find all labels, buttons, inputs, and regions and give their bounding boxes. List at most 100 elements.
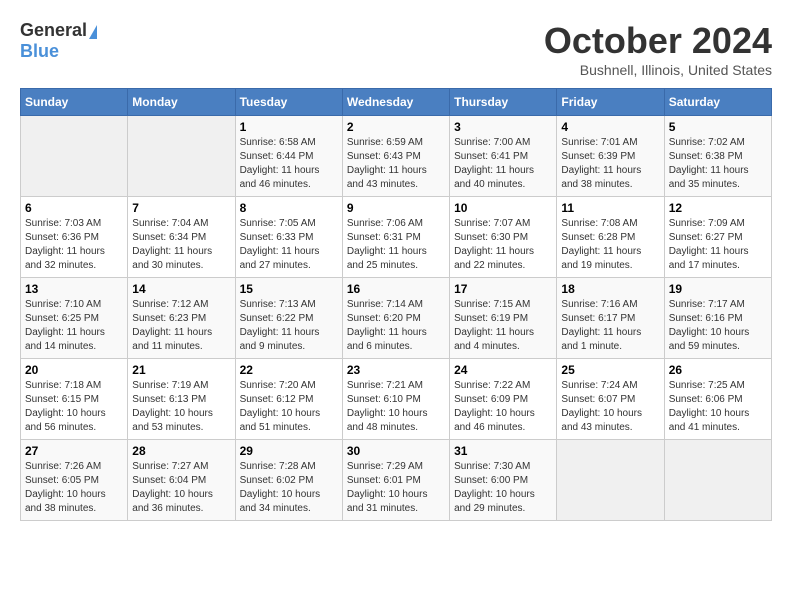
- day-number: 20: [25, 363, 123, 377]
- weekday-header: Tuesday: [235, 89, 342, 116]
- calendar-cell: 27 Sunrise: 7:26 AMSunset: 6:05 PMDayligh…: [21, 440, 128, 521]
- day-info: Sunrise: 7:18 AMSunset: 6:15 PMDaylight:…: [25, 379, 123, 435]
- title-block: October 2024 Bushnell, Illinois, United …: [544, 20, 772, 78]
- day-info: Sunrise: 7:25 AMSunset: 6:06 PMDaylight:…: [669, 379, 767, 435]
- day-info: Sunrise: 6:59 AMSunset: 6:43 PMDaylight:…: [347, 136, 445, 192]
- day-info: Sunrise: 7:19 AMSunset: 6:13 PMDaylight:…: [132, 379, 230, 435]
- day-number: 1: [240, 120, 338, 134]
- day-number: 11: [561, 201, 659, 215]
- day-info: Sunrise: 7:28 AMSunset: 6:02 PMDaylight:…: [240, 460, 338, 516]
- day-number: 10: [454, 201, 552, 215]
- logo-general: General: [20, 20, 87, 40]
- calendar-cell: 6 Sunrise: 7:03 AMSunset: 6:36 PMDaylight…: [21, 197, 128, 278]
- day-info: Sunrise: 7:01 AMSunset: 6:39 PMDaylight:…: [561, 136, 659, 192]
- calendar-cell: 14 Sunrise: 7:12 AMSunset: 6:23 PMDayligh…: [128, 278, 235, 359]
- day-number: 30: [347, 444, 445, 458]
- calendar-cell: 25Sunrise: 7:24 AMSunset: 6:07 PMDayligh…: [557, 359, 664, 440]
- day-number: 17: [454, 282, 552, 296]
- calendar-cell: 9 Sunrise: 7:06 AMSunset: 6:31 PMDaylight…: [342, 197, 449, 278]
- calendar-cell: [128, 116, 235, 197]
- logo-blue: Blue: [20, 41, 59, 62]
- day-number: 15: [240, 282, 338, 296]
- calendar-cell: 15 Sunrise: 7:13 AMSunset: 6:22 PMDayligh…: [235, 278, 342, 359]
- day-info: Sunrise: 7:10 AMSunset: 6:25 PMDaylight:…: [25, 298, 123, 354]
- day-number: 27: [25, 444, 123, 458]
- day-number: 29: [240, 444, 338, 458]
- calendar-cell: 30Sunrise: 7:29 AMSunset: 6:01 PMDayligh…: [342, 440, 449, 521]
- day-number: 18: [561, 282, 659, 296]
- day-number: 23: [347, 363, 445, 377]
- calendar-cell: 29 Sunrise: 7:28 AMSunset: 6:02 PMDayligh…: [235, 440, 342, 521]
- day-number: 24: [454, 363, 552, 377]
- day-info: Sunrise: 7:21 AMSunset: 6:10 PMDaylight:…: [347, 379, 445, 435]
- day-info: Sunrise: 7:05 AMSunset: 6:33 PMDaylight:…: [240, 217, 338, 273]
- day-number: 28: [132, 444, 230, 458]
- day-info: Sunrise: 7:13 AMSunset: 6:22 PMDaylight:…: [240, 298, 338, 354]
- day-number: 14: [132, 282, 230, 296]
- day-number: 22: [240, 363, 338, 377]
- day-info: Sunrise: 7:12 AMSunset: 6:23 PMDaylight:…: [132, 298, 230, 354]
- day-info: Sunrise: 7:00 AMSunset: 6:41 PMDaylight:…: [454, 136, 552, 192]
- day-info: Sunrise: 7:14 AMSunset: 6:20 PMDaylight:…: [347, 298, 445, 354]
- day-number: 16: [347, 282, 445, 296]
- calendar-cell: 10 Sunrise: 7:07 AMSunset: 6:30 PMDayligh…: [450, 197, 557, 278]
- day-number: 13: [25, 282, 123, 296]
- calendar-cell: [664, 440, 771, 521]
- day-number: 25: [561, 363, 659, 377]
- day-info: Sunrise: 7:26 AMSunset: 6:05 PMDaylight:…: [25, 460, 123, 516]
- calendar-body: 1 Sunrise: 6:58 AMSunset: 6:44 PMDaylight…: [21, 116, 772, 521]
- calendar-cell: 11 Sunrise: 7:08 AMSunset: 6:28 PMDayligh…: [557, 197, 664, 278]
- day-number: 6: [25, 201, 123, 215]
- day-number: 21: [132, 363, 230, 377]
- day-number: 4: [561, 120, 659, 134]
- logo-text: General: [20, 20, 97, 41]
- month-title: October 2024: [544, 20, 772, 62]
- day-info: Sunrise: 7:02 AMSunset: 6:38 PMDaylight:…: [669, 136, 767, 192]
- day-info: Sunrise: 7:30 AMSunset: 6:00 PMDaylight:…: [454, 460, 552, 516]
- calendar-cell: 5Sunrise: 7:02 AMSunset: 6:38 PMDaylight…: [664, 116, 771, 197]
- day-info: Sunrise: 7:15 AMSunset: 6:19 PMDaylight:…: [454, 298, 552, 354]
- day-number: 9: [347, 201, 445, 215]
- weekday-header: Saturday: [664, 89, 771, 116]
- calendar-cell: 28 Sunrise: 7:27 AMSunset: 6:04 PMDayligh…: [128, 440, 235, 521]
- calendar-cell: 3 Sunrise: 7:00 AMSunset: 6:41 PMDaylight…: [450, 116, 557, 197]
- calendar-table: SundayMondayTuesdayWednesdayThursdayFrid…: [20, 88, 772, 521]
- day-info: Sunrise: 6:58 AMSunset: 6:44 PMDaylight:…: [240, 136, 338, 192]
- calendar-week-row: 1 Sunrise: 6:58 AMSunset: 6:44 PMDaylight…: [21, 116, 772, 197]
- calendar-week-row: 27 Sunrise: 7:26 AMSunset: 6:05 PMDayligh…: [21, 440, 772, 521]
- day-number: 8: [240, 201, 338, 215]
- calendar-cell: 8 Sunrise: 7:05 AMSunset: 6:33 PMDaylight…: [235, 197, 342, 278]
- day-info: Sunrise: 7:16 AMSunset: 6:17 PMDaylight:…: [561, 298, 659, 354]
- day-number: 19: [669, 282, 767, 296]
- calendar-cell: 16 Sunrise: 7:14 AMSunset: 6:20 PMDayligh…: [342, 278, 449, 359]
- weekday-header: Thursday: [450, 89, 557, 116]
- calendar-cell: 2Sunrise: 6:59 AMSunset: 6:43 PMDaylight…: [342, 116, 449, 197]
- calendar-cell: [21, 116, 128, 197]
- calendar-cell: 24Sunrise: 7:22 AMSunset: 6:09 PMDayligh…: [450, 359, 557, 440]
- calendar-cell: 26 Sunrise: 7:25 AMSunset: 6:06 PMDayligh…: [664, 359, 771, 440]
- calendar-week-row: 6 Sunrise: 7:03 AMSunset: 6:36 PMDaylight…: [21, 197, 772, 278]
- day-info: Sunrise: 7:08 AMSunset: 6:28 PMDaylight:…: [561, 217, 659, 273]
- calendar-cell: 19 Sunrise: 7:17 AMSunset: 6:16 PMDayligh…: [664, 278, 771, 359]
- day-info: Sunrise: 7:17 AMSunset: 6:16 PMDaylight:…: [669, 298, 767, 354]
- day-info: Sunrise: 7:03 AMSunset: 6:36 PMDaylight:…: [25, 217, 123, 273]
- logo: General Blue: [20, 20, 97, 62]
- calendar-week-row: 20 Sunrise: 7:18 AMSunset: 6:15 PMDayligh…: [21, 359, 772, 440]
- weekday-header: Sunday: [21, 89, 128, 116]
- day-info: Sunrise: 7:04 AMSunset: 6:34 PMDaylight:…: [132, 217, 230, 273]
- day-number: 26: [669, 363, 767, 377]
- day-number: 12: [669, 201, 767, 215]
- weekday-header: Monday: [128, 89, 235, 116]
- calendar-cell: 18 Sunrise: 7:16 AMSunset: 6:17 PMDayligh…: [557, 278, 664, 359]
- calendar-cell: 1 Sunrise: 6:58 AMSunset: 6:44 PMDaylight…: [235, 116, 342, 197]
- day-info: Sunrise: 7:20 AMSunset: 6:12 PMDaylight:…: [240, 379, 338, 435]
- day-info: Sunrise: 7:27 AMSunset: 6:04 PMDaylight:…: [132, 460, 230, 516]
- weekday-row: SundayMondayTuesdayWednesdayThursdayFrid…: [21, 89, 772, 116]
- day-info: Sunrise: 7:06 AMSunset: 6:31 PMDaylight:…: [347, 217, 445, 273]
- day-info: Sunrise: 7:09 AMSunset: 6:27 PMDaylight:…: [669, 217, 767, 273]
- day-number: 3: [454, 120, 552, 134]
- logo-icon: [89, 25, 97, 39]
- day-info: Sunrise: 7:07 AMSunset: 6:30 PMDaylight:…: [454, 217, 552, 273]
- day-number: 31: [454, 444, 552, 458]
- weekday-header: Wednesday: [342, 89, 449, 116]
